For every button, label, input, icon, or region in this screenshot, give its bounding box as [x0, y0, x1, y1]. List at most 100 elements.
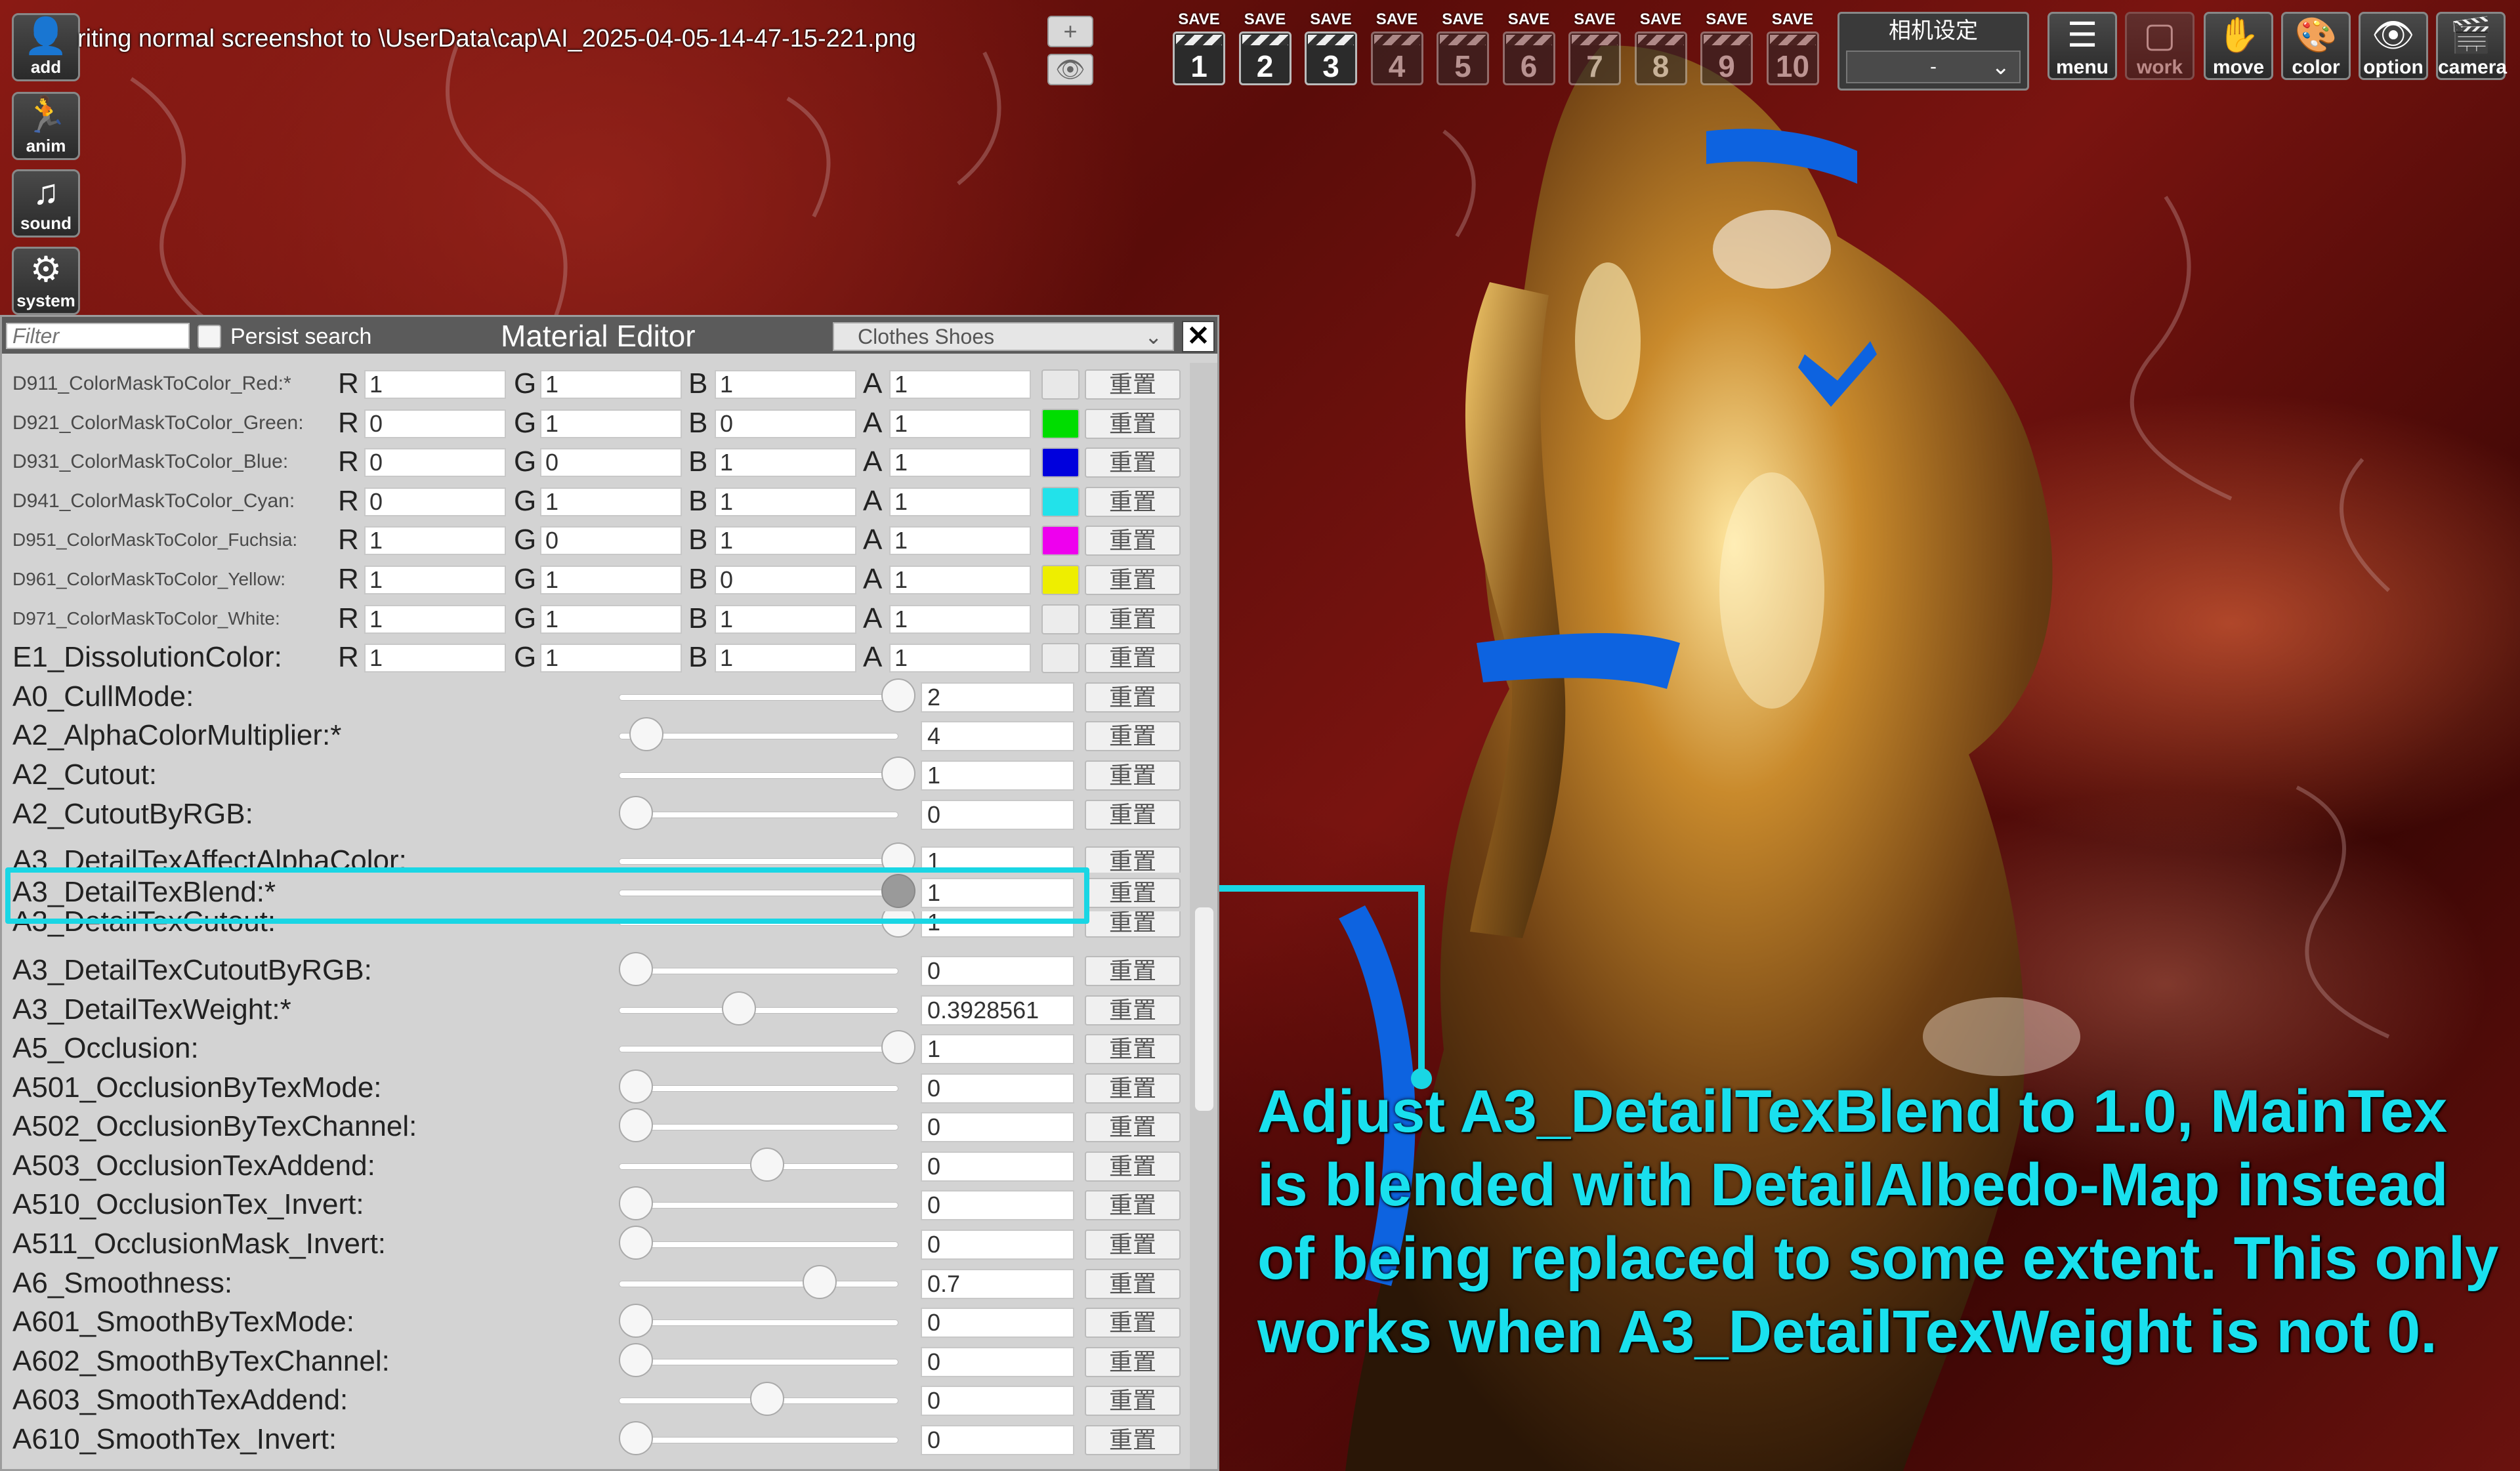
option-button[interactable]: 👁 option	[2359, 12, 2428, 80]
property-slider[interactable]	[619, 1241, 898, 1249]
color-swatch[interactable]	[1041, 643, 1080, 674]
channel-input-g[interactable]: 1	[540, 370, 682, 399]
color-swatch[interactable]	[1041, 408, 1080, 439]
anim-button[interactable]: 🏃 anim	[12, 92, 80, 160]
color-swatch[interactable]	[1041, 447, 1080, 478]
value-input[interactable]: 0	[921, 955, 1074, 986]
reset-button[interactable]: 重置	[1085, 799, 1181, 830]
channel-input-r[interactable]: 1	[364, 604, 506, 634]
reset-button[interactable]: 重置	[1085, 526, 1181, 556]
channel-input-r[interactable]: 1	[364, 565, 506, 594]
property-slider[interactable]	[619, 967, 898, 974]
property-slider[interactable]	[619, 1202, 898, 1209]
value-input[interactable]: 0	[921, 1112, 1074, 1143]
channel-input-g[interactable]: 1	[540, 644, 682, 673]
channel-input-g[interactable]: 0	[540, 526, 682, 556]
add-button[interactable]: 👤 add	[12, 13, 80, 81]
slider-thumb[interactable]	[619, 1226, 653, 1260]
editor-scrollbar[interactable]	[1190, 363, 1217, 1469]
camera-button[interactable]: 🎬 camera	[2436, 12, 2507, 80]
sound-button[interactable]: ♫ sound	[12, 169, 80, 238]
reset-button[interactable]: 重置	[1085, 1425, 1181, 1456]
move-button[interactable]: ✋ move	[2204, 12, 2273, 80]
category-select[interactable]: Clothes Shoes ⌄	[833, 322, 1174, 351]
slider-thumb[interactable]	[619, 1304, 653, 1338]
save-slot-10[interactable]: SAVE 10	[1765, 9, 1821, 92]
slider-thumb[interactable]	[619, 1186, 653, 1221]
value-input[interactable]: 0	[921, 1346, 1074, 1377]
channel-input-a[interactable]: 1	[889, 644, 1031, 673]
save-slot-2[interactable]: SAVE 2	[1237, 9, 1293, 92]
channel-input-a[interactable]: 1	[889, 565, 1031, 594]
value-input[interactable]: 1	[921, 1034, 1074, 1065]
property-slider[interactable]	[619, 1319, 898, 1327]
channel-input-g[interactable]: 1	[540, 487, 682, 516]
channel-input-r[interactable]: 1	[364, 370, 506, 399]
channel-input-g[interactable]: 1	[540, 565, 682, 594]
channel-input-a[interactable]: 1	[889, 448, 1031, 478]
slider-thumb[interactable]	[619, 1108, 653, 1143]
menu-button[interactable]: ☰ menu	[2048, 12, 2117, 80]
save-slot-6[interactable]: SAVE 6	[1501, 9, 1557, 92]
reset-button[interactable]: 重置	[1085, 1112, 1181, 1143]
channel-input-b[interactable]: 0	[715, 565, 856, 594]
close-button[interactable]: ✕	[1182, 321, 1215, 352]
reset-button[interactable]: 重置	[1085, 643, 1181, 674]
slider-thumb[interactable]	[750, 1147, 784, 1182]
camera-setting-dropdown[interactable]: 相机设定 - ⌄	[1838, 12, 2029, 91]
camera-setting-select[interactable]: - ⌄	[1846, 51, 2021, 83]
slider-thumb[interactable]	[619, 1342, 653, 1377]
reset-button[interactable]: 重置	[1085, 1346, 1181, 1377]
plus-button[interactable]: +	[1047, 16, 1093, 47]
reset-button[interactable]: 重置	[1085, 604, 1181, 634]
reset-button[interactable]: 重置	[1085, 486, 1181, 517]
slider-thumb[interactable]	[803, 1264, 837, 1299]
slider-thumb[interactable]	[750, 1382, 784, 1417]
property-slider[interactable]	[619, 694, 898, 701]
save-slot-8[interactable]: SAVE 8	[1633, 9, 1689, 92]
channel-input-a[interactable]: 1	[889, 370, 1031, 399]
reset-button[interactable]: 重置	[1085, 1151, 1181, 1182]
slider-thumb[interactable]	[881, 756, 915, 791]
value-input[interactable]: 0.7	[921, 1268, 1074, 1299]
value-input[interactable]: 0	[921, 1151, 1074, 1182]
reset-button[interactable]: 重置	[1085, 846, 1181, 873]
value-input[interactable]: 0.3928561	[921, 995, 1074, 1026]
slider-thumb[interactable]	[881, 1030, 915, 1065]
value-input[interactable]: 0	[921, 1190, 1074, 1221]
reset-button[interactable]: 重置	[1085, 408, 1181, 439]
channel-input-g[interactable]: 1	[540, 604, 682, 634]
property-slider[interactable]	[619, 811, 898, 818]
channel-input-a[interactable]: 1	[889, 487, 1031, 516]
property-slider[interactable]	[619, 772, 898, 779]
slider-thumb[interactable]	[722, 991, 757, 1026]
reset-button[interactable]: 重置	[1085, 877, 1181, 908]
persist-search-checkbox[interactable]	[198, 325, 221, 348]
save-slot-5[interactable]: SAVE 5	[1435, 9, 1491, 92]
color-swatch[interactable]	[1041, 369, 1080, 400]
channel-input-b[interactable]: 1	[715, 526, 856, 556]
property-slider[interactable]	[619, 1124, 898, 1131]
property-slider[interactable]	[619, 1437, 898, 1444]
value-input[interactable]: 4	[921, 721, 1074, 752]
channel-input-b[interactable]: 1	[715, 370, 856, 399]
reset-button[interactable]: 重置	[1085, 995, 1181, 1026]
save-slot-3[interactable]: SAVE 3	[1303, 9, 1359, 92]
reset-button[interactable]: 重置	[1085, 721, 1181, 752]
reset-button[interactable]: 重置	[1085, 760, 1181, 791]
work-button[interactable]: ▢ work	[2125, 12, 2194, 80]
channel-input-b[interactable]: 1	[715, 448, 856, 478]
system-button[interactable]: ⚙ system	[12, 247, 80, 315]
channel-input-b[interactable]: 1	[715, 604, 856, 634]
value-input[interactable]: 0	[921, 1073, 1074, 1104]
slider-thumb[interactable]	[619, 1069, 653, 1104]
slider-thumb[interactable]	[619, 951, 653, 986]
reset-button[interactable]: 重置	[1085, 1308, 1181, 1338]
eye-toggle-button[interactable]: 👁	[1047, 54, 1093, 85]
value-input[interactable]: 0	[921, 1425, 1074, 1456]
value-input[interactable]: 2	[921, 682, 1074, 713]
channel-input-a[interactable]: 1	[889, 526, 1031, 556]
save-slot-9[interactable]: SAVE 9	[1698, 9, 1755, 92]
reset-button[interactable]: 重置	[1085, 1230, 1181, 1260]
channel-input-b[interactable]: 1	[715, 487, 856, 516]
